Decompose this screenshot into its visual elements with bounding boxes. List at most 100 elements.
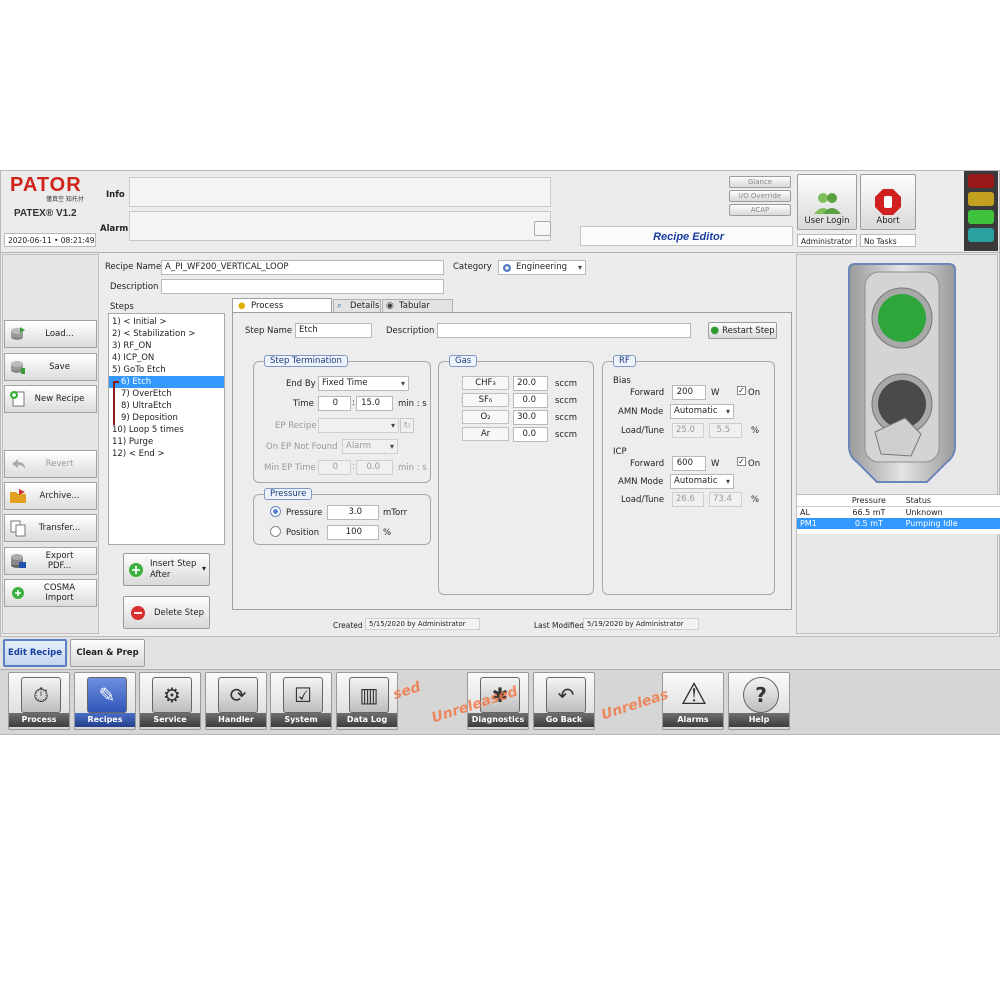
step-name-input[interactable]: Etch: [295, 323, 372, 338]
alarm-ack-button[interactable]: [534, 221, 551, 236]
step-list-item[interactable]: 10) Loop 5 times: [109, 424, 224, 436]
nav-handler-button[interactable]: ⟳ Handler: [205, 672, 267, 730]
step-list-item[interactable]: 1) < Initial >: [109, 316, 224, 328]
export-pdf-button[interactable]: Export PDF...: [4, 547, 97, 575]
step-list-item[interactable]: 7) OverEtch: [109, 388, 224, 400]
recycle-icon: ⟳: [218, 677, 258, 713]
rf-title: RF: [613, 355, 636, 367]
bias-on-checkbox[interactable]: ✓: [737, 386, 746, 395]
min-ep-minutes-input[interactable]: 0: [318, 460, 351, 475]
io-override-button[interactable]: I/O Override: [729, 190, 791, 202]
step-list-item[interactable]: 2) < Stabilization >: [109, 328, 224, 340]
delete-step-button[interactable]: Delete Step: [123, 596, 210, 629]
step-list-item[interactable]: 9) Deposition: [109, 412, 224, 424]
chevron-down-icon: ▾: [201, 564, 206, 573]
description-input[interactable]: [161, 279, 444, 294]
archive-button[interactable]: Archive...: [4, 482, 97, 510]
gas-title: Gas: [449, 355, 478, 367]
time-seconds-input[interactable]: 15.0: [356, 396, 393, 411]
min-ep-seconds-input[interactable]: 0.0: [356, 460, 393, 475]
glance-button[interactable]: Glance: [729, 176, 791, 188]
end-by-select[interactable]: Fixed Time: [318, 376, 409, 391]
gas-flow-input[interactable]: 0.0: [513, 427, 548, 442]
icp-load-input: 26.6: [672, 492, 704, 507]
alarm-label: Alarm: [100, 224, 129, 234]
position-input[interactable]: 100: [327, 525, 379, 540]
time-minutes-input[interactable]: 0: [318, 396, 351, 411]
revert-button[interactable]: Revert: [4, 450, 97, 478]
step-list-item[interactable]: 11) Purge: [109, 436, 224, 448]
icp-amn-select[interactable]: Automatic: [670, 474, 734, 489]
restart-step-button[interactable]: ● Restart Step: [708, 322, 777, 339]
pressure-unit: mTorr: [383, 508, 408, 518]
nav-recipes-button[interactable]: ✎ Recipes: [74, 672, 136, 730]
acap-button[interactable]: ACAP: [729, 204, 791, 216]
alarm-box: [129, 211, 551, 241]
status-table-grid: Pressure Status AL 66.5 mT Unknown PM1 0.5 mT…: [797, 495, 1000, 529]
insert-after-label: After: [150, 569, 171, 580]
restart-step-label: Restart Step: [722, 325, 775, 336]
nav-data-log-button[interactable]: ▥ Data Log: [336, 672, 398, 730]
status-table-header: [797, 495, 835, 507]
step-name-label: Step Name: [245, 326, 293, 336]
bias-amn-select[interactable]: Automatic: [670, 404, 734, 419]
pressure-input[interactable]: 3.0: [327, 505, 379, 520]
tab-clean-prep[interactable]: Clean & Prep: [70, 639, 145, 667]
insert-step-button[interactable]: Insert Step After ▾: [123, 553, 210, 586]
status-table-row[interactable]: PM1 0.5 mT Pumping Idle: [797, 518, 1000, 529]
pressure-radio[interactable]: [270, 506, 281, 517]
user-login-button[interactable]: User Login: [797, 174, 857, 230]
nav-help-button[interactable]: ? Help: [728, 672, 790, 730]
gas-flow-input[interactable]: 30.0: [513, 410, 548, 425]
gas-flow-input[interactable]: 0.0: [513, 393, 548, 408]
nav-process-button[interactable]: ⏱ Process: [8, 672, 70, 730]
position-radio[interactable]: [270, 526, 281, 537]
icp-on-checkbox[interactable]: ✓: [737, 457, 746, 466]
gas-flow-input[interactable]: 20.0: [513, 376, 548, 391]
task-status: No Tasks: [860, 234, 916, 247]
abort-button[interactable]: Abort: [860, 174, 916, 230]
screen-title: Recipe Editor: [580, 226, 793, 246]
refresh-icon[interactable]: ↻: [400, 418, 414, 433]
transfer-button[interactable]: Transfer...: [4, 514, 97, 542]
nav-label: System: [271, 713, 331, 727]
load-button[interactable]: Load...: [4, 320, 97, 348]
cosma-import-button[interactable]: COSMA Import: [4, 579, 97, 607]
bias-forward-input[interactable]: 200: [672, 385, 706, 400]
nav-service-button[interactable]: ⚙ Service: [139, 672, 201, 730]
steps-list[interactable]: 1) < Initial >2) < Stabilization >3) RF_…: [108, 313, 225, 545]
status-table-row[interactable]: AL 66.5 mT Unknown: [797, 507, 1000, 519]
transfer-icon: [10, 520, 26, 537]
on-ep-not-found-select[interactable]: Alarm: [342, 439, 398, 454]
brand-tagline: 僅真空 知托付: [46, 196, 84, 203]
add-icon: [12, 587, 24, 599]
step-list-item[interactable]: 6) Etch: [109, 376, 224, 388]
status-table-cell: Unknown: [905, 508, 943, 517]
category-select[interactable]: Engineering: [498, 260, 586, 275]
new-recipe-button[interactable]: New Recipe: [4, 385, 97, 413]
new-recipe-label: New Recipe: [34, 394, 85, 404]
icp-forward-input[interactable]: 600: [672, 456, 706, 471]
nav-system-button[interactable]: ☑ System: [270, 672, 332, 730]
nav-alarms-button[interactable]: ⚠ Alarms: [662, 672, 724, 730]
step-list-item[interactable]: 5) GoTo Etch: [109, 364, 224, 376]
pencil-icon: ✎: [87, 677, 127, 713]
step-list-item[interactable]: 3) RF_ON: [109, 340, 224, 352]
nav-go-back-button[interactable]: ↶ Go Back: [533, 672, 595, 730]
step-description-input[interactable]: [437, 323, 691, 338]
ep-recipe-select[interactable]: [318, 418, 399, 433]
step-list-item[interactable]: 12) < End >: [109, 448, 224, 460]
tab-edit-recipe[interactable]: Edit Recipe: [3, 639, 67, 667]
save-button[interactable]: Save: [4, 353, 97, 381]
step-list-item[interactable]: 4) ICP_ON: [109, 352, 224, 364]
tab-details[interactable]: ⌕ Details: [333, 299, 381, 313]
status-table-header: Pressure: [851, 496, 886, 505]
stopwatch-icon: ⏱: [21, 677, 61, 713]
stop-hand-icon: [875, 189, 901, 215]
recipe-name-input[interactable]: A_PI_WF200_VERTICAL_LOOP: [161, 260, 444, 275]
tab-process-parameters[interactable]: ● Process Parameters: [232, 298, 332, 325]
tab-tabular-view[interactable]: ◉ Tabular View: [382, 299, 453, 324]
status-table-header: Status: [905, 496, 932, 505]
step-list-item[interactable]: 8) UltraEtch: [109, 400, 224, 412]
bias-load-tune-label: Load/Tune: [621, 426, 665, 436]
